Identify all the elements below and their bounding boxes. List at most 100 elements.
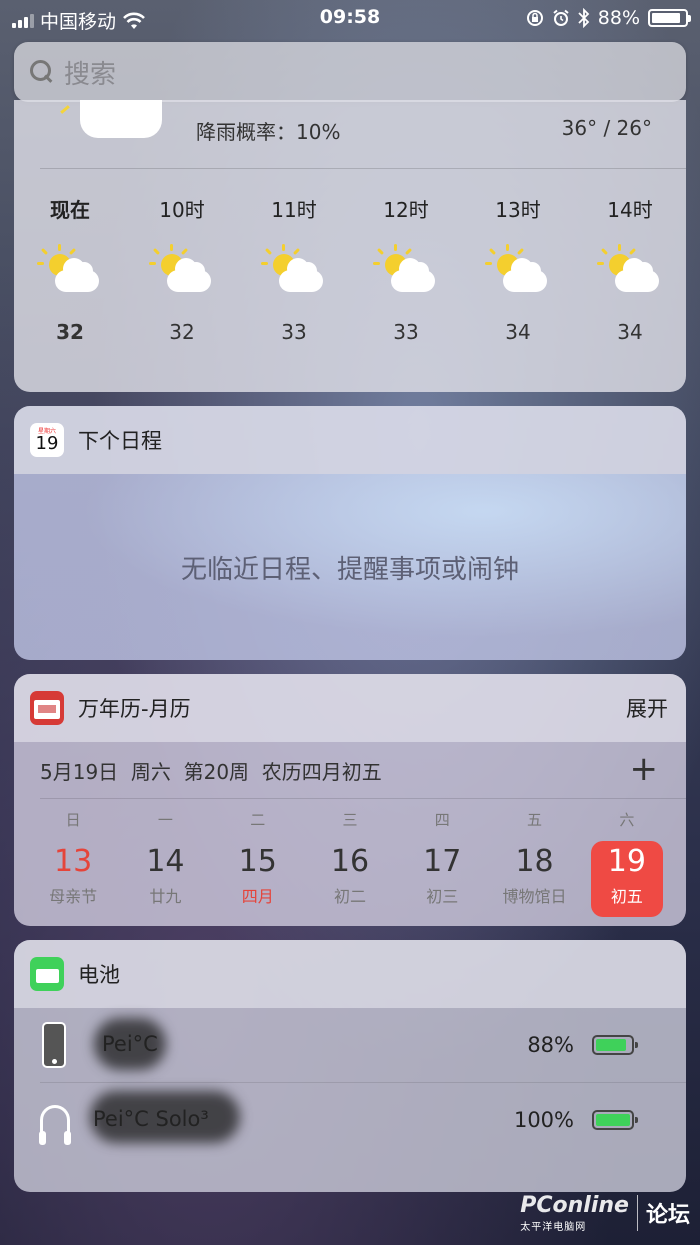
partly-sunny-icon [37, 244, 103, 298]
hourly-forecast: 现在 32 10时 32 11时 33 12时 33 13时 34 14时 34 [14, 196, 686, 344]
weekday-label: 日 [65, 811, 81, 829]
day-lunar: 母亲节 [49, 887, 98, 906]
day-number: 18 [515, 844, 554, 879]
device-battery-icon [592, 1109, 638, 1130]
device-percent: 100% [513, 1107, 574, 1132]
day-number: 19 [607, 844, 646, 879]
partly-sunny-icon [149, 244, 215, 298]
weekday-label: 一 [157, 811, 173, 829]
hour-temp: 34 [617, 320, 643, 344]
hour-label: 11时 [271, 198, 317, 222]
battery-percent: 88% [597, 7, 640, 29]
battery-app-icon [30, 957, 64, 991]
hour-temp: 32 [56, 320, 84, 344]
day-cell[interactable]: 14 廿九 [119, 841, 211, 917]
date-summary: 5月19日 周六 第20周 农历四月初五 + [14, 742, 686, 798]
day-cell[interactable]: 16 初二 [304, 841, 396, 917]
hour-temp: 34 [505, 320, 531, 344]
day-column: 一 14 廿九 [119, 799, 211, 917]
schedule-empty-state: 无临近日程、提醒事项或闹钟 [14, 474, 686, 660]
weekday-label: 三 [342, 811, 358, 829]
day-number: 15 [238, 844, 277, 879]
day-lunar: 初二 [333, 887, 366, 906]
sun-partial-icon [54, 108, 68, 122]
device-row: Pei°C 88% [14, 1008, 686, 1082]
bluetooth-icon [578, 8, 590, 28]
date-line: 5月19日 周六 第20周 农历四月初五 [40, 759, 382, 784]
day-cell[interactable]: 17 初三 [396, 841, 488, 917]
next-schedule-widget[interactable]: 星期六 19 下个日程 无临近日程、提醒事项或闹钟 [14, 406, 686, 660]
hour-temp: 33 [281, 320, 307, 344]
day-number: 14 [146, 844, 185, 879]
hour-item: 10时 32 [126, 196, 238, 344]
day-column: 四 17 初三 [396, 799, 488, 917]
day-cell[interactable]: 18 博物馆日 [488, 841, 580, 917]
hour-label: 10时 [159, 198, 205, 222]
status-right: 88% [526, 7, 691, 29]
divider [40, 168, 686, 169]
day-number: 13 [54, 844, 93, 879]
search-bar[interactable]: 搜索 [14, 42, 686, 102]
widget-header[interactable]: 星期六 19 下个日程 [14, 406, 686, 474]
calendar-icon: 星期六 19 [30, 423, 64, 457]
day-cell[interactable]: 15 四月 [212, 841, 304, 917]
day-column: 三 16 初二 [304, 799, 396, 917]
hour-label: 现在 [50, 198, 90, 222]
day-column: 日 13 母亲节 [27, 799, 119, 917]
weekday-label: 二 [250, 811, 266, 829]
day-lunar: 廿九 [149, 887, 182, 906]
add-button[interactable]: + [630, 752, 659, 786]
partly-sunny-icon [485, 244, 551, 298]
headphones-icon [39, 1105, 71, 1145]
week-grid: 日 13 母亲节 一 14 廿九 二 15 四月 三 16 初二 四 17 初三… [14, 799, 686, 917]
widget-header[interactable]: 电池 [14, 940, 686, 1008]
day-number: 17 [423, 844, 462, 879]
iphone-icon [42, 1022, 66, 1068]
status-bar: 中国移动 09:58 88% [0, 0, 700, 36]
watermark: PConline 太平洋电脑网 论坛 [520, 1193, 690, 1233]
expand-button[interactable]: 展开 [626, 693, 668, 723]
alarm-icon [553, 9, 569, 26]
day-cell-today[interactable]: 19 初五 [590, 841, 663, 917]
day-column: 六 19 初五 [581, 799, 673, 917]
weekday-label: 五 [527, 811, 543, 829]
cloud-partial-icon [80, 100, 162, 138]
wannianli-widget[interactable]: 万年历-月历 展开 5月19日 周六 第20周 农历四月初五 + 日 13 母亲… [14, 674, 686, 926]
search-icon [30, 60, 54, 84]
day-lunar: 初三 [426, 887, 459, 906]
hour-item: 11时 33 [238, 196, 350, 344]
battery-status-icon [648, 9, 691, 27]
watermark-forum: 论坛 [645, 1203, 690, 1228]
device-name: Pei°C Solo³ [93, 1107, 209, 1131]
rain-probability: 降雨概率：10% [196, 120, 341, 144]
day-lunar: 初五 [610, 887, 643, 906]
widget-title: 下个日程 [78, 429, 162, 453]
device-battery-icon [592, 1035, 638, 1055]
hour-item: 现在 32 [14, 196, 126, 344]
watermark-sub: 太平洋电脑网 [520, 1222, 587, 1233]
watermark-divider [636, 1195, 638, 1231]
hour-label: 14时 [607, 198, 653, 222]
partly-sunny-icon [373, 244, 439, 298]
widget-header[interactable]: 万年历-月历 展开 [14, 674, 686, 742]
partly-sunny-icon [261, 244, 327, 298]
empty-message: 无临近日程、提醒事项或闹钟 [180, 554, 519, 585]
battery-widget[interactable]: 电池 Pei°C 88% Pei°C Solo³ 100% [14, 940, 686, 1192]
device-row: Pei°C Solo³ 100% [39, 1082, 686, 1156]
hour-item: 12时 33 [350, 196, 462, 344]
hour-label: 12时 [383, 198, 429, 222]
widget-title: 万年历-月历 [78, 697, 191, 721]
weekday-label: 四 [434, 811, 450, 829]
temperature-range: 36° / 26° [561, 116, 652, 140]
device-percent: 88% [527, 1033, 574, 1057]
device-name: Pei°C [102, 1032, 158, 1056]
search-placeholder: 搜索 [64, 59, 117, 90]
weather-widget[interactable]: 降雨概率：10% 36° / 26° 现在 32 10时 32 11时 33 1… [14, 100, 686, 392]
widget-title: 电池 [78, 963, 120, 987]
partly-sunny-icon [597, 244, 663, 298]
rotation-lock-icon [526, 10, 543, 26]
day-cell[interactable]: 13 母亲节 [27, 841, 119, 917]
day-lunar: 四月 [241, 887, 274, 906]
hour-label: 13时 [495, 198, 541, 222]
wannianli-app-icon [30, 691, 64, 725]
